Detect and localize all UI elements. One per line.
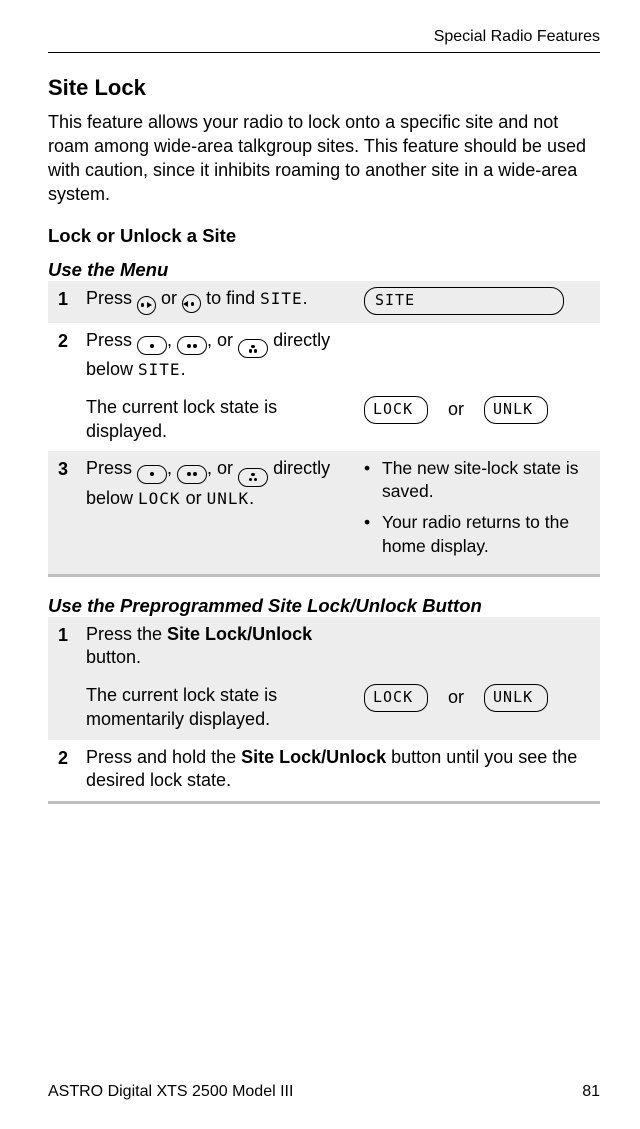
step-number: 1 [52,287,86,310]
text: Press [86,330,137,350]
text: Press [86,458,137,478]
nav-right-icon [137,296,156,315]
softkey-one-dot-icon [137,465,167,484]
result-bullet: Your radio returns to the home display. [364,511,596,557]
text: button. [86,647,141,667]
step-text: Press the Site Lock/Unlock button. [86,623,364,671]
softkey-two-dot-icon [177,336,207,355]
text: Press and hold the [86,747,241,767]
text: , or [207,330,238,350]
table-row: 1 Press the Site Lock/Unlock button. [48,617,600,679]
step-number: 1 [52,623,86,646]
display-lock: LOCK [364,684,428,712]
step-number-blank [52,396,86,398]
code-site: SITE [260,289,303,308]
softkey-two-dot-icon [177,465,207,484]
footer-page-number: 81 [582,1083,600,1101]
table-row: 2 Press , , or directly below SITE. [48,323,600,390]
text: . [249,488,254,508]
step-result: The new site-lock state is saved. Your r… [364,457,596,565]
display-unlk: UNLK [484,684,548,712]
use-menu-heading: Use the Menu [48,259,600,281]
softkey-three-dot-icon [238,468,268,487]
step-display: SITE [364,287,596,315]
result-bullet: The new site-lock state is saved. [364,457,596,503]
text: , or [207,458,238,478]
text: Press [86,288,137,308]
intro-paragraph: This feature allows your radio to lock o… [48,111,600,207]
step-number: 2 [52,329,86,352]
step-number-blank [52,684,86,686]
code-unlk: UNLK [207,489,250,508]
bold-button-name: Site Lock/Unlock [241,747,386,767]
text: Press the [86,624,167,644]
step-text: The current lock state is displayed. [86,396,364,444]
text: . [303,288,308,308]
table-row: 1 Press or to find SITE. SITE [48,281,600,323]
text: to find [206,288,260,308]
step-text: Press , , or directly below SITE. [86,329,364,382]
text: or [181,488,207,508]
table-row: The current lock state is momentarily di… [48,678,600,740]
page-title: Site Lock [48,75,600,101]
code-lock: LOCK [138,489,181,508]
softkey-one-dot-icon [137,336,167,355]
button-steps-table: 1 Press the Site Lock/Unlock button. The… [48,617,600,805]
menu-steps-table: 1 Press or to find SITE. SITE 2 Press , … [48,281,600,577]
softkey-three-dot-icon [238,339,268,358]
step-text: Press , , or directly below LOCK or UNLK… [86,457,364,510]
display-readout: SITE [364,287,564,315]
step-number: 3 [52,457,86,480]
bold-button-name: Site Lock/Unlock [167,624,312,644]
or-label: or [448,686,464,710]
table-row: 3 Press , , or directly below LOCK or UN… [48,451,600,573]
table-row: The current lock state is displayed. LOC… [48,390,600,452]
step-text: The current lock state is momentarily di… [86,684,364,732]
step-number: 2 [52,746,86,769]
nav-left-icon [182,294,201,313]
step-text: Press or to find SITE. [86,287,364,315]
text: . [181,359,186,379]
page-footer: ASTRO Digital XTS 2500 Model III 81 [48,1083,600,1101]
text: or [161,288,182,308]
step-text: Press and hold the Site Lock/Unlock butt… [86,746,596,794]
header-rule [48,52,600,53]
text: , [167,458,177,478]
code-site: SITE [138,360,181,379]
display-unlk: UNLK [484,396,548,424]
section-header: Special Radio Features [48,28,600,46]
use-button-heading: Use the Preprogrammed Site Lock/Unlock B… [48,595,600,617]
text: , [167,330,177,350]
table-row: 2 Press and hold the Site Lock/Unlock bu… [48,740,600,802]
step-display: LOCK or UNLK [364,396,596,424]
footer-product: ASTRO Digital XTS 2500 Model III [48,1083,293,1101]
or-label: or [448,398,464,422]
subsection-title: Lock or Unlock a Site [48,225,600,247]
display-lock: LOCK [364,396,428,424]
step-display: LOCK or UNLK [364,684,596,712]
